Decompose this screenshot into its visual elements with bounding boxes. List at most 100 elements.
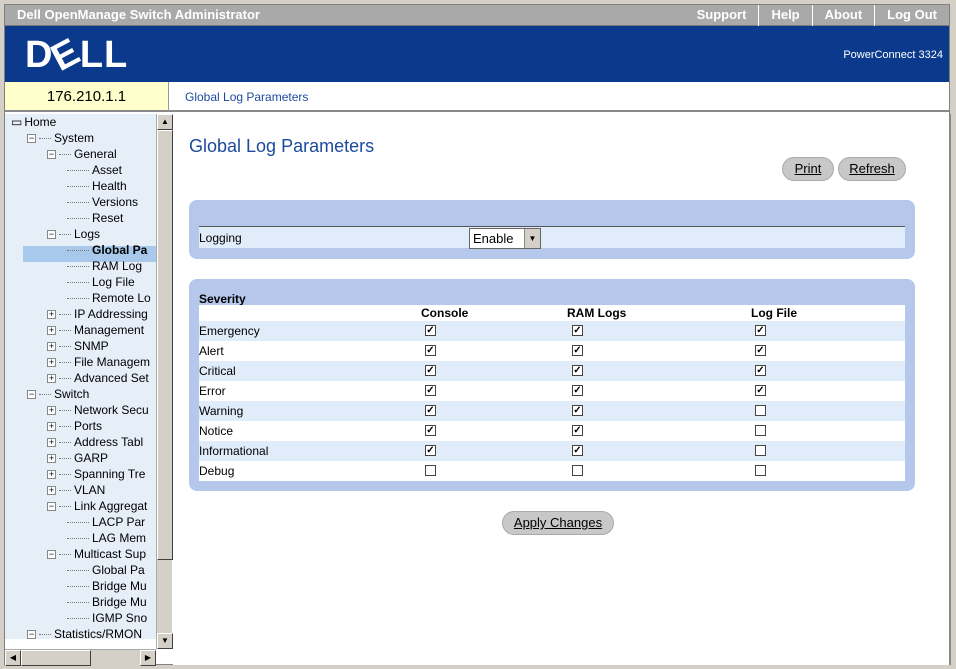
- tree-item[interactable]: Global Pa: [67, 242, 147, 258]
- tree-item-label: Switch: [54, 387, 90, 401]
- tree-item-label: Health: [92, 179, 127, 193]
- scroll-down-icon[interactable]: ▼: [157, 633, 173, 649]
- tree-item[interactable]: − Link Aggregat: [47, 498, 147, 514]
- tree-item[interactable]: + Spanning Tre: [47, 466, 145, 482]
- breadcrumb-text: Global Log Parameters: [185, 90, 309, 104]
- tree-item[interactable]: Reset: [67, 210, 123, 226]
- tree-item[interactable]: Global Pa: [67, 562, 145, 578]
- log-file-checkbox[interactable]: [755, 445, 766, 456]
- expand-icon[interactable]: +: [47, 438, 56, 448]
- tree-item[interactable]: LACP Par: [67, 514, 145, 530]
- log-file-checkbox[interactable]: [755, 405, 766, 416]
- chevron-down-icon[interactable]: ▼: [524, 229, 540, 248]
- expand-icon[interactable]: +: [47, 326, 56, 336]
- tree-item[interactable]: − Statistics/RMON: [27, 626, 142, 639]
- ram-logs-checkbox[interactable]: ✓: [572, 345, 583, 356]
- tree-item[interactable]: − System: [27, 130, 94, 146]
- collapse-icon[interactable]: −: [47, 230, 56, 240]
- expand-icon[interactable]: +: [47, 310, 56, 320]
- ram-logs-checkbox[interactable]: ✓: [572, 425, 583, 436]
- tree-item[interactable]: Remote Lo: [67, 290, 151, 306]
- expand-icon[interactable]: +: [47, 470, 56, 480]
- tree-horizontal-scrollbar[interactable]: ◀ ▶: [5, 649, 156, 666]
- tree-item[interactable]: + IP Addressing: [47, 306, 148, 322]
- console-checkbox[interactable]: ✓: [425, 385, 436, 396]
- expand-icon[interactable]: +: [47, 406, 56, 416]
- tree-connector: [59, 442, 71, 444]
- expand-icon[interactable]: +: [47, 358, 56, 368]
- refresh-button[interactable]: Refresh: [838, 157, 906, 181]
- console-checkbox[interactable]: ✓: [425, 325, 436, 336]
- tree-item[interactable]: − General: [47, 146, 117, 162]
- collapse-icon[interactable]: −: [27, 630, 36, 639]
- ram-logs-checkbox[interactable]: ✓: [572, 445, 583, 456]
- tree-vertical-scrollbar[interactable]: ▲ ▼: [156, 114, 173, 649]
- tree-item[interactable]: + File Managem: [47, 354, 150, 370]
- help-link[interactable]: Help: [758, 5, 811, 26]
- tree-item[interactable]: LAG Mem: [67, 530, 146, 546]
- expand-icon[interactable]: +: [47, 454, 56, 464]
- collapse-icon[interactable]: −: [27, 134, 36, 144]
- log-file-checkbox[interactable]: ✓: [755, 365, 766, 376]
- expand-icon[interactable]: +: [47, 374, 56, 384]
- tree-connector: [59, 474, 71, 476]
- ram-logs-checkbox[interactable]: ✓: [572, 405, 583, 416]
- tree-item[interactable]: + SNMP: [47, 338, 109, 354]
- expand-icon[interactable]: +: [47, 422, 56, 432]
- console-checkbox[interactable]: ✓: [425, 445, 436, 456]
- about-link[interactable]: About: [811, 5, 875, 26]
- tree-connector: [39, 138, 51, 140]
- tree-item[interactable]: − Logs: [47, 226, 100, 242]
- tree-connector: [67, 586, 89, 588]
- ram-logs-checkbox[interactable]: [572, 465, 583, 476]
- collapse-icon[interactable]: −: [47, 550, 56, 560]
- tree-item[interactable]: + Network Secu: [47, 402, 149, 418]
- scroll-up-icon[interactable]: ▲: [157, 114, 173, 130]
- console-checkbox[interactable]: ✓: [425, 365, 436, 376]
- logging-select[interactable]: Enable ▼: [469, 228, 541, 249]
- ram-logs-checkbox[interactable]: ✓: [572, 365, 583, 376]
- console-checkbox[interactable]: ✓: [425, 345, 436, 356]
- scroll-right-icon[interactable]: ▶: [140, 650, 156, 666]
- log-file-checkbox[interactable]: ✓: [755, 325, 766, 336]
- tree-item[interactable]: + Ports: [47, 418, 102, 434]
- ram-logs-checkbox[interactable]: ✓: [572, 325, 583, 336]
- tree-item[interactable]: + GARP: [47, 450, 108, 466]
- tree-item[interactable]: Bridge Mu: [67, 578, 147, 594]
- log-file-checkbox[interactable]: [755, 465, 766, 476]
- tree-item[interactable]: + VLAN: [47, 482, 105, 498]
- log-file-checkbox[interactable]: ✓: [755, 345, 766, 356]
- tree-item[interactable]: Log File: [67, 274, 135, 290]
- tree-item[interactable]: IGMP Sno: [67, 610, 147, 626]
- console-checkbox[interactable]: ✓: [425, 405, 436, 416]
- tree-item[interactable]: + Management: [47, 322, 144, 338]
- tree-item[interactable]: + Address Tabl: [47, 434, 143, 450]
- tree-item[interactable]: Health: [67, 178, 127, 194]
- tree-item[interactable]: Bridge Mu: [67, 594, 147, 610]
- tree-item[interactable]: RAM Log: [67, 258, 142, 274]
- scroll-left-icon[interactable]: ◀: [5, 650, 21, 666]
- tree-item[interactable]: Asset: [67, 162, 122, 178]
- collapse-icon[interactable]: −: [47, 150, 56, 160]
- apply-changes-button[interactable]: Apply Changes: [502, 511, 614, 535]
- support-link[interactable]: Support: [685, 5, 759, 26]
- tree-item[interactable]: ▭ Home: [11, 114, 56, 130]
- tree-item[interactable]: Versions: [67, 194, 138, 210]
- logout-link[interactable]: Log Out: [874, 5, 949, 26]
- log-file-checkbox[interactable]: ✓: [755, 385, 766, 396]
- tree-item[interactable]: + Advanced Set: [47, 370, 149, 386]
- log-file-checkbox[interactable]: [755, 425, 766, 436]
- ram-logs-checkbox[interactable]: ✓: [572, 385, 583, 396]
- scroll-thumb[interactable]: [157, 130, 173, 560]
- console-checkbox[interactable]: [425, 465, 436, 476]
- collapse-icon[interactable]: −: [27, 390, 36, 400]
- print-button[interactable]: Print: [782, 157, 834, 181]
- collapse-icon[interactable]: −: [47, 502, 56, 512]
- expand-icon[interactable]: +: [47, 342, 56, 352]
- severity-row: Error ✓ ✓ ✓: [199, 381, 905, 401]
- tree-item[interactable]: − Switch: [27, 386, 89, 402]
- tree-item[interactable]: − Multicast Sup: [47, 546, 146, 562]
- console-checkbox[interactable]: ✓: [425, 425, 436, 436]
- scroll-h-thumb[interactable]: [21, 650, 91, 666]
- expand-icon[interactable]: +: [47, 486, 56, 496]
